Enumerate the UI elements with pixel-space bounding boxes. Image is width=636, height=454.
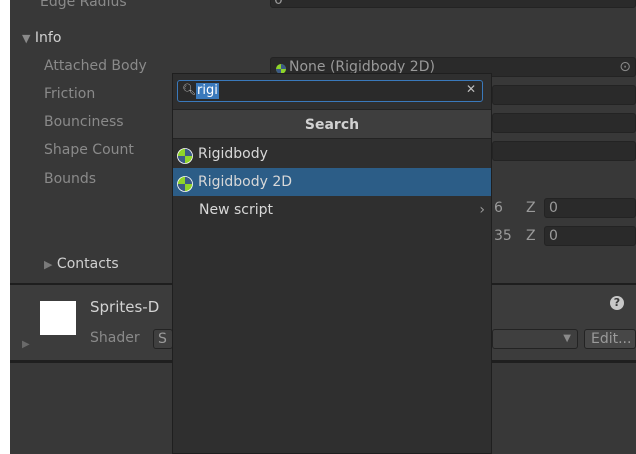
- shader-dropdown-tail[interactable]: ▼: [492, 329, 578, 349]
- bounds-row1-z-field[interactable]: 0: [544, 198, 636, 218]
- shader-label: Shader: [90, 330, 140, 346]
- new-script-item[interactable]: New script ›: [173, 196, 491, 224]
- expand-material-icon[interactable]: ▶: [22, 339, 30, 350]
- material-preview-swatch: [40, 301, 76, 335]
- friction-label: Friction: [44, 86, 96, 102]
- edit-shader-button[interactable]: Edit...: [584, 329, 636, 349]
- object-picker-icon[interactable]: ⊙: [619, 59, 631, 75]
- rigidbody2d-icon: [275, 62, 287, 74]
- bounds-label: Bounds: [44, 171, 97, 187]
- result-rigidbody-2d-label: Rigidbody 2D: [198, 174, 293, 190]
- edit-label: Edit...: [591, 331, 632, 347]
- bounciness-label: Bounciness: [44, 114, 124, 130]
- search-query: rigi: [196, 83, 219, 99]
- shape-count-label: Shape Count: [44, 142, 134, 158]
- edge-radius-label: Edge Radius: [40, 0, 127, 10]
- shader-value: S: [158, 331, 167, 347]
- chevron-right-icon: ›: [479, 202, 485, 218]
- bounds-row2-z-field[interactable]: 0: [544, 226, 636, 246]
- bounds-row1-z-value: 0: [549, 200, 558, 216]
- friction-field[interactable]: [492, 85, 636, 105]
- component-search-popup: 🔍︎ rigi ✕ Search Rigidbody Rigidbody 2D …: [172, 73, 492, 454]
- shader-dropdown[interactable]: S: [153, 329, 173, 349]
- foldout-expanded-icon: ▼: [22, 32, 31, 45]
- bounds-row1-z-label: Z: [526, 200, 536, 216]
- help-icon[interactable]: ?: [610, 296, 624, 310]
- search-icon: 🔍︎: [182, 83, 196, 96]
- bounds-row2-x: 35: [494, 228, 512, 244]
- rigidbody2d-icon: [177, 174, 193, 192]
- attached-body-label: Attached Body: [44, 58, 147, 74]
- chevron-down-icon: ▼: [563, 333, 571, 344]
- rigidbody-icon: [177, 146, 193, 164]
- info-foldout[interactable]: ▼ Info: [22, 30, 61, 46]
- foldout-collapsed-icon: ▶: [44, 258, 53, 271]
- search-header: Search: [173, 109, 491, 139]
- contacts-foldout[interactable]: ▶ Contacts: [44, 256, 119, 272]
- info-label: Info: [34, 30, 62, 46]
- edge-radius-value: 0: [274, 0, 283, 8]
- bounds-row2-z-label: Z: [526, 228, 536, 244]
- search-input[interactable]: 🔍︎ rigi ✕: [177, 80, 483, 102]
- bounds-row2-z-value: 0: [549, 228, 558, 244]
- result-rigidbody[interactable]: Rigidbody: [173, 140, 491, 168]
- contacts-label: Contacts: [56, 256, 119, 272]
- new-script-label: New script: [199, 202, 273, 218]
- edge-radius-field[interactable]: 0: [270, 0, 636, 8]
- shape-count-field[interactable]: [492, 141, 636, 161]
- result-rigidbody-label: Rigidbody: [198, 146, 268, 162]
- material-name: Sprites-D: [90, 298, 160, 316]
- result-rigidbody-2d[interactable]: Rigidbody 2D: [173, 168, 491, 196]
- bounds-row1-x: 6: [494, 200, 503, 216]
- clear-search-icon[interactable]: ✕: [466, 82, 476, 96]
- bounciness-field[interactable]: [492, 113, 636, 133]
